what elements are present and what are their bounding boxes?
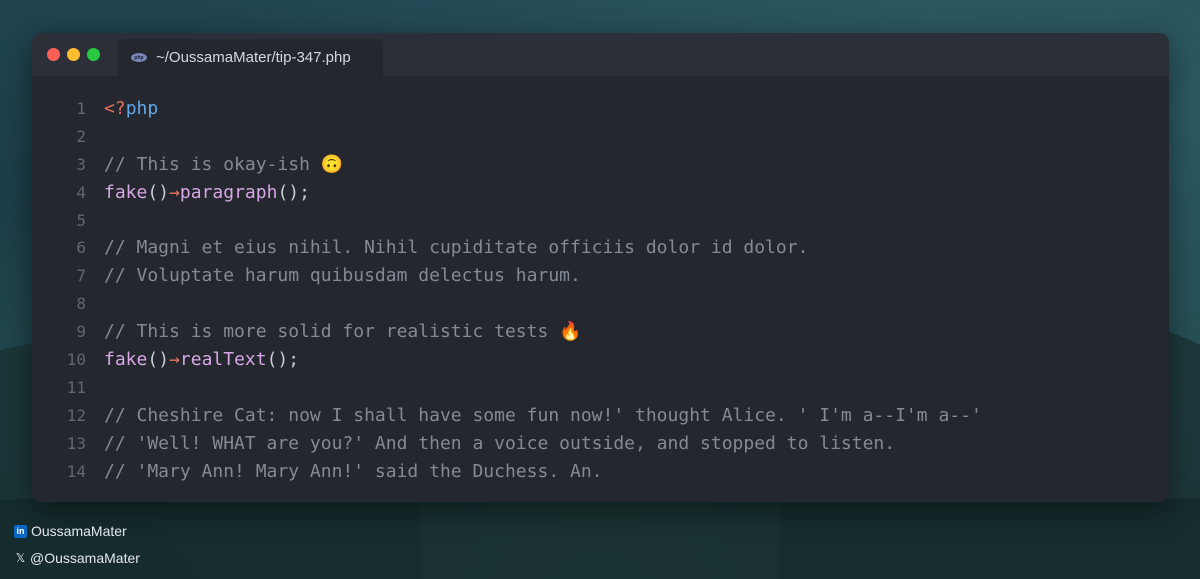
code-token: // Cheshire Cat: now I shall have some f… [104,404,982,426]
x-handle: 𝕏 @OussamaMater [14,550,140,566]
line-content: // 'Mary Ann! Mary Ann!' said the Duches… [104,458,603,486]
line-content: // Cheshire Cat: now I shall have some f… [104,402,982,430]
code-line: 9 // This is more solid for realistic tes… [32,318,1169,346]
code-line: 4 fake()→paragraph(); [32,179,1169,207]
code-token: // Voluptate harum quibusdam delectus ha… [104,265,581,287]
line-content: // This is more solid for realistic test… [104,318,582,346]
code-token: // This is okay-ish 🙃 [104,153,344,175]
line-number: 5 [76,210,86,230]
x-label: @OussamaMater [30,550,140,566]
line-number: 6 [76,238,86,258]
line-content: // 'Well! WHAT are you?' And then a voic… [104,430,895,458]
linkedin-handle: in OussamaMater [14,523,127,539]
code-token: () [147,349,170,371]
code-line: 6 // Magni et eius nihil. Nihil cupiditat… [32,234,1169,262]
line-number: 3 [76,154,86,174]
line-number: 2 [76,126,86,146]
line-number: 10 [66,350,86,370]
code-line: 2 [32,123,1169,151]
code-line: 13 // 'Well! WHAT are you?' And then a vo… [32,430,1169,458]
line-content: fake()→paragraph(); [104,179,310,207]
line-content: <?php [104,95,158,123]
code-token: realText [179,349,267,371]
line-number: 13 [66,433,86,453]
code-line: 14 // 'Mary Ann! Mary Ann!' said the Duch… [32,458,1169,486]
line-number: 9 [76,322,86,342]
line-content: // Voluptate harum quibusdam delectus ha… [104,262,581,290]
code-token: // 'Well! WHAT are you?' And then a voic… [104,432,896,454]
line-content: // This is okay-ish 🙃 [104,151,343,179]
code-line: 7 // Voluptate harum quibusdam delectus h… [32,262,1169,290]
code-token: // This is more solid for realistic test… [104,321,582,343]
code-token: → [169,349,180,371]
code-window: php ~/OussamaMater/tip-347.php 1 <?php 2 3/… [32,33,1169,502]
line-number: 12 [66,405,86,425]
line-number: 8 [76,294,86,314]
line-content: fake()→realText(); [104,346,299,374]
linkedin-label: OussamaMater [31,523,127,539]
window-titlebar: php ~/OussamaMater/tip-347.php [32,33,1169,76]
php-file-icon: php [131,53,147,62]
file-tab[interactable]: php ~/OussamaMater/tip-347.php [117,39,383,76]
code-line: 11 [32,374,1169,402]
file-tab-title: ~/OussamaMater/tip-347.php [156,49,351,66]
line-content: // Magni et eius nihil. Nihil cupiditate… [104,234,808,262]
minimize-window-button[interactable] [67,48,80,61]
code-line: 8 [32,290,1169,318]
line-number: 1 [76,99,86,118]
code-token: <? [104,98,126,119]
line-number: 4 [76,182,86,202]
code-line: 10 fake()→realText(); [32,346,1169,374]
line-number: 7 [76,266,86,286]
code-line: 1 <?php [32,95,1169,123]
code-line: 3 // This is okay-ish 🙃 [32,151,1169,179]
x-icon: 𝕏 [15,551,26,565]
code-token: // 'Mary Ann! Mary Ann!' said the Duches… [104,460,603,482]
code-token: // Magni et eius nihil. Nihil cupiditate… [104,237,809,259]
code-token: → [169,181,180,203]
code-token: fake [104,349,148,371]
code-line: 12 // Cheshire Cat: now I shall have some… [32,402,1169,430]
linkedin-icon: in [14,524,27,538]
maximize-window-button[interactable] [87,48,100,61]
code-editor[interactable]: 1 <?php 2 3// This is okay-ish 🙃 4 fake()→par… [32,95,1169,485]
line-number: 11 [66,377,86,397]
code-token: () [147,181,170,203]
code-token: (); [277,181,310,203]
code-token: paragraph [179,181,278,203]
line-number: 14 [66,461,86,481]
code-token: (); [266,349,300,371]
code-token: php [125,98,159,119]
code-token: fake [104,181,148,203]
close-window-button[interactable] [47,48,60,61]
code-line: 5 [32,207,1169,235]
